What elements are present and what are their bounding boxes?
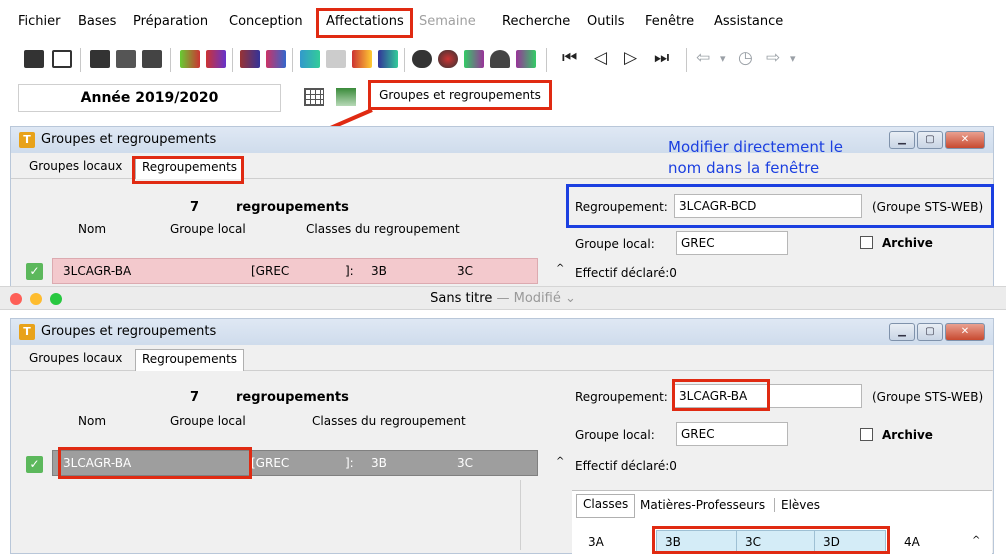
column-classes[interactable]: Classes du regroupement (312, 414, 466, 428)
class-cell[interactable]: 4A (904, 535, 920, 549)
sts-label: (Groupe STS-WEB) (872, 390, 984, 404)
scroll-up-icon[interactable]: ^ (972, 535, 980, 546)
scroll-up-icon[interactable]: ^ (556, 456, 564, 467)
chevron-down-icon[interactable]: ⌄ (561, 291, 576, 306)
count-label: regroupements (236, 390, 349, 405)
column-nom[interactable]: Nom (78, 414, 106, 428)
subtab-matieres[interactable]: Matières-Professeurs (640, 498, 765, 512)
regroupement-label: Regroupement: (575, 390, 668, 404)
count: 7 (190, 200, 200, 215)
archive-label: Archive (882, 236, 933, 250)
column-nom[interactable]: Nom (78, 222, 106, 236)
tab-groupes-locaux[interactable]: Groupes locaux (23, 349, 128, 371)
zoom-dot[interactable] (50, 293, 62, 305)
groupe-local-input[interactable]: GREC (676, 422, 788, 446)
list-scrollbar[interactable] (520, 480, 540, 550)
mac-modified: — Modifié (496, 291, 561, 306)
maximize-button[interactable]: ▢ (917, 131, 943, 149)
check-icon[interactable]: ✓ (26, 456, 43, 473)
mac-window-title-bar: Sans titre — Modifié ⌄ (0, 286, 1006, 310)
tab-bar: Groupes locaux Regroupements (11, 345, 993, 371)
column-groupe-local[interactable]: Groupe local (170, 222, 246, 236)
effectif-label: Effectif déclaré:0 (575, 459, 677, 473)
highlight-regroupements-tab (132, 156, 244, 184)
window-controls: ▁ ▢ ✕ (889, 131, 985, 149)
window-title-bar: T Groupes et regroupements (11, 127, 993, 153)
app-icon: T (19, 324, 35, 340)
groupe-local-label: Groupe local: (575, 428, 655, 442)
minimize-button[interactable]: ▁ (889, 323, 915, 341)
column-classes[interactable]: Classes du regroupement (306, 222, 460, 236)
window-title: Groupes et regroupements (41, 132, 217, 147)
minimize-button[interactable]: ▁ (889, 131, 915, 149)
close-button[interactable]: ✕ (945, 323, 985, 341)
class-cell[interactable]: 3A (588, 535, 604, 549)
tab-regroupements[interactable]: Regroupements (135, 349, 245, 371)
archive-checkbox[interactable] (860, 428, 873, 441)
groupe-local-label: Groupe local: (575, 237, 655, 251)
highlight-regroupement-input (672, 379, 770, 411)
count: 7 (190, 390, 200, 405)
window-controls: ▁ ▢ ✕ (889, 323, 985, 341)
highlight-regroupement-field (566, 184, 994, 228)
maximize-button[interactable]: ▢ (917, 323, 943, 341)
highlight-row-name (58, 447, 252, 479)
mac-title: Sans titre (430, 291, 493, 306)
table-row[interactable]: 3LCAGR-BA [GREC ]: 3B 3C (52, 258, 538, 284)
scroll-up-icon[interactable]: ^ (556, 263, 564, 274)
count-label: regroupements (236, 200, 349, 215)
tab-groupes-locaux[interactable]: Groupes locaux (23, 157, 128, 179)
check-icon[interactable]: ✓ (26, 263, 43, 280)
close-dot[interactable] (10, 293, 22, 305)
subtab-eleves[interactable]: Elèves (774, 498, 820, 512)
highlight-classes (652, 526, 890, 554)
window-title-bar: T Groupes et regroupements (11, 319, 993, 345)
close-button[interactable]: ✕ (945, 131, 985, 149)
subtab-classes[interactable]: Classes (576, 494, 636, 518)
archive-label: Archive (882, 428, 933, 442)
window-title: Groupes et regroupements (41, 324, 217, 339)
archive-checkbox[interactable] (860, 236, 873, 249)
effectif-label: Effectif déclaré:0 (575, 266, 677, 280)
groupe-local-input[interactable]: GREC (676, 231, 788, 255)
app-icon: T (19, 132, 35, 148)
column-groupe-local[interactable]: Groupe local (170, 414, 246, 428)
minimize-dot[interactable] (30, 293, 42, 305)
annotation-line-2: nom dans la fenêtre (668, 159, 820, 177)
annotation-line-1: Modifier directement le (668, 138, 843, 156)
